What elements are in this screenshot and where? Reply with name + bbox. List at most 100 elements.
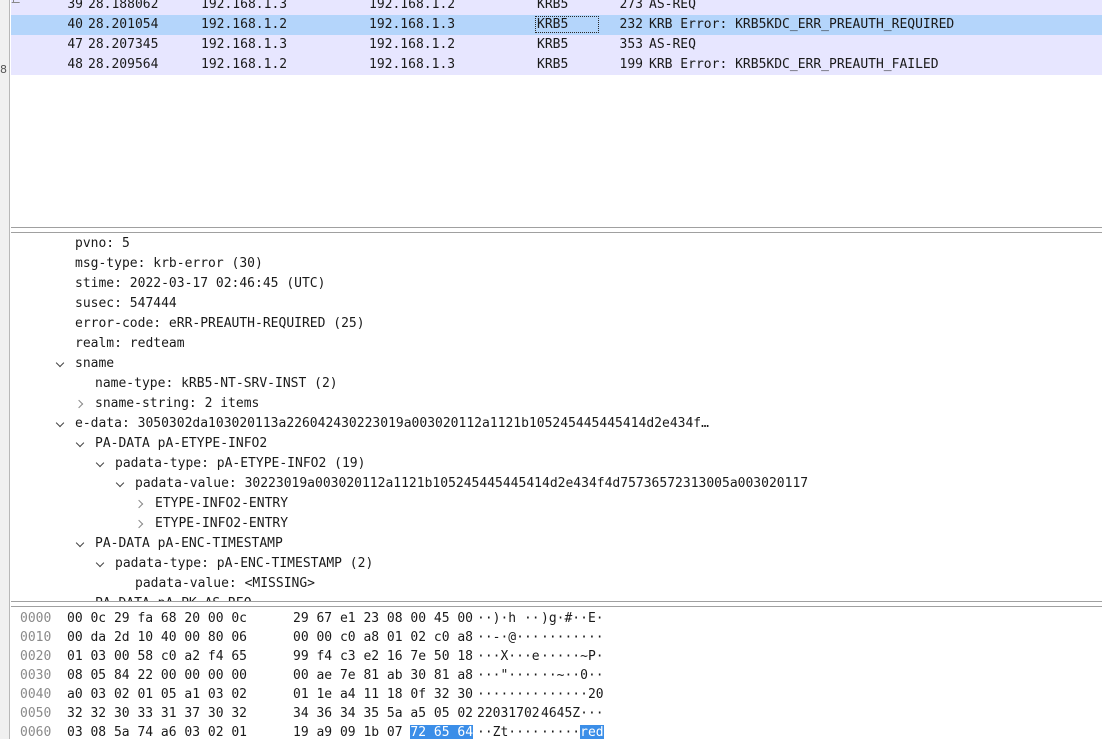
bytes-offset: 0050 [20,706,52,721]
packet-row[interactable]: 39 28.188062 192.168.1.3 192.168.1.2 KRB5 273… [11,0,1102,15]
bytes-ascii-group1: ········ [477,687,540,702]
packet-number: 39 [67,0,83,12]
detail-tree-label: pvno: 5 [75,236,130,251]
packet-length: 353 [619,37,643,52]
detail-tree-label: e-data: 3050302da103020113a2260424302230… [75,416,709,431]
bytes-hex-group1: 00 da 2d 10 40 00 80 06 [67,630,248,645]
bytes-offset: 0040 [20,687,52,702]
chevron-down-icon[interactable] [115,474,127,494]
packet-number: 47 [67,37,83,52]
packet-protocol: KRB5 [537,0,569,12]
bytes-ascii-group1: ··Zt···· [477,725,540,739]
bytes-offset: 0020 [20,649,52,664]
left-edge-strip: 8 [0,0,10,739]
packet-row[interactable]: 48 28.209564 192.168.1.2 192.168.1.3 KRB5 199… [11,55,1102,75]
detail-tree-label: padata-type: pA-ENC-TIMESTAMP (2) [115,556,374,571]
detail-tree-label: error-code: eRR-PREAUTH-REQUIRED (25) [75,316,365,331]
bytes-ascii-group2: ········ [541,630,604,645]
bytes-offset: 0000 [20,611,52,626]
bytes-ascii-group1: ··-·@··· [477,630,540,645]
bytes-hex-group2: 00 ae 7e 81 ab 30 81 a8 [293,668,474,683]
packet-bytes-pane[interactable]: 0000 00 0c 29 fa 68 20 00 0c 29 67 e1 23 0… [11,606,1102,739]
bytes-hex-group1: a0 03 02 01 05 a1 03 02 [67,687,248,702]
packet-list[interactable]: 39 28.188062 192.168.1.3 192.168.1.2 KRB5 273… [11,0,1102,228]
bytes-offset: 0030 [20,668,52,683]
chevron-down-icon[interactable] [75,594,87,601]
chevron-right-icon[interactable] [75,394,87,414]
detail-tree-label: PA-DATA pA-PK-AS-REQ [95,594,252,601]
bytes-offset: 0060 [20,725,52,739]
chevron-right-icon[interactable] [135,514,147,534]
bytes-ascii-group1: 22031702 [477,706,540,721]
packet-source: 192.168.1.2 [201,57,288,72]
detail-tree-label: ETYPE-INFO2-ENTRY [155,516,289,531]
detail-tree-label: name-type: kRB5-NT-SRV-INST (2) [95,376,338,391]
detail-tree-label: PA-DATA pA-ENC-TIMESTAMP [95,536,283,551]
chevron-down-icon[interactable] [95,554,107,574]
packet-time: 28.207345 [88,37,159,52]
bytes-ascii-group2: ··~··0·· [541,668,604,683]
bytes-ascii-group2: ·····~P· [541,649,604,664]
bytes-hex-group2: 19 a9 09 1b 07 [293,725,411,739]
detail-tree-label: PA-DATA pA-ETYPE-INFO2 [95,436,268,451]
bytes-ascii-group2: ····· [541,725,581,739]
packet-protocol: KRB5 [537,57,569,72]
packet-info: AS-REQ [649,0,696,12]
packet-number: 48 [67,57,83,72]
bytes-hex-group2: 00 00 c0 a8 01 02 c0 a8 [293,630,474,645]
bytes-hex-group2: 99 f4 c3 e2 16 7e 50 18 [293,649,474,664]
bytes-hex-group1: 01 03 00 58 c0 a2 f4 65 [67,649,248,664]
packet-destination: 192.168.1.2 [369,37,456,52]
detail-tree-label: sname [75,356,115,371]
packet-protocol: KRB5 [537,37,569,52]
detail-tree-label: padata-value: <MISSING> [135,576,316,591]
bytes-hex-group1: 08 05 84 22 00 00 00 00 [67,668,248,683]
packet-time: 28.201054 [88,17,159,32]
detail-tree-label: padata-value: 30223019a003020112a1121b10… [135,476,809,491]
bytes-ascii-group1: ···X···e [477,649,540,664]
packet-protocol: KRB5 [535,16,600,33]
packet-row[interactable]: 47 28.207345 192.168.1.3 192.168.1.2 KRB5 353… [11,35,1102,55]
bytes-hex-group2: 01 1e a4 11 18 0f 32 30 [293,687,474,702]
packet-length: 273 [619,0,643,12]
chevron-down-icon[interactable] [95,454,107,474]
detail-tree-label: stime: 2022-03-17 02:46:45 (UTC) [75,276,326,291]
detail-tree-label: padata-type: pA-ETYPE-INFO2 (19) [115,456,366,471]
chevron-down-icon[interactable] [55,414,67,434]
detail-tree-label: realm: redteam [75,336,185,351]
detail-tree-label: susec: 547444 [75,296,177,311]
packet-info: KRB Error: KRB5KDC_ERR_PREAUTH_REQUIRED [649,17,955,32]
detail-tree-label: msg-type: krb-error (30) [75,256,263,271]
chevron-right-icon[interactable] [135,494,147,514]
packet-info: AS-REQ [649,37,696,52]
packet-source: 192.168.1.2 [201,17,288,32]
bytes-ascii-group1: ··)·h ·· [477,611,540,626]
packet-length: 232 [619,17,643,32]
bytes-offset: 0010 [20,630,52,645]
packet-length: 199 [619,57,643,72]
left-strip-mark: 8 [0,63,7,76]
chevron-down-icon[interactable] [75,534,87,554]
packet-number: 40 [67,17,83,32]
packet-source: 192.168.1.3 [201,0,288,12]
bytes-ascii-highlight: red [580,725,604,739]
packet-time: 28.188062 [88,0,159,12]
chevron-down-icon[interactable] [75,434,87,454]
bytes-hex-highlight: 72 65 64 [410,725,474,739]
bytes-ascii-group1: ···"···· [477,668,540,683]
packet-details-tree[interactable]: pvno: 5 msg-type: krb-error (30) stime: 20… [11,232,1102,602]
packet-source: 192.168.1.3 [201,37,288,52]
bytes-ascii-group2: ······20 [541,687,604,702]
bytes-ascii-group2: )g·#··E· [541,611,604,626]
bytes-ascii-group2: 4645Z··· [541,706,604,721]
packet-row[interactable]: 40 28.201054 192.168.1.2 192.168.1.3 KRB5 232… [11,15,1102,35]
detail-tree-label: sname-string: 2 items [95,396,260,411]
bytes-hex-group1: 00 0c 29 fa 68 20 00 0c [67,611,248,626]
packet-destination: 192.168.1.3 [369,57,456,72]
chevron-down-icon[interactable] [55,354,67,374]
bytes-hex-group1: 03 08 5a 74 a6 03 02 01 [67,725,248,739]
packet-time: 28.209564 [88,57,159,72]
detail-tree-label: ETYPE-INFO2-ENTRY [155,496,289,511]
packet-info: KRB Error: KRB5KDC_ERR_PREAUTH_FAILED [649,57,939,72]
packet-destination: 192.168.1.3 [369,17,456,32]
